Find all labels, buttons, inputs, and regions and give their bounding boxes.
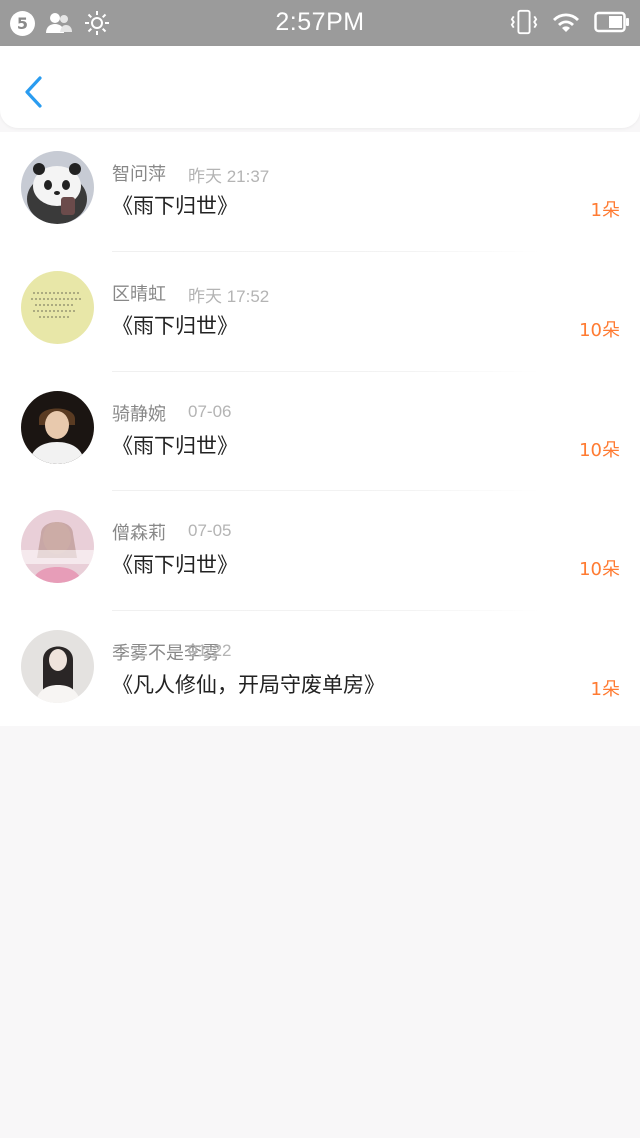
sent-time: 昨天 17:52 (188, 286, 270, 306)
flower-count: 10朵 (579, 319, 620, 341)
sent-time: 07-06 (188, 401, 232, 421)
sent-time: 07-05 (188, 521, 232, 541)
book-title: 《凡人修仙，开局守废单房》 (112, 673, 385, 698)
sender-name: 区晴虹 (112, 283, 166, 305)
vibrate-icon (510, 8, 538, 36)
list-item[interactable]: 僧森莉 07-05 《雨下归世》 10朵 (0, 491, 640, 612)
panda-avatar[interactable] (21, 151, 94, 224)
status-bar: 5 2:57PM (0, 0, 640, 46)
flower-count: 1朵 (590, 200, 620, 221)
book-title: 《雨下归世》 (112, 313, 238, 338)
flower-count: 10朵 (579, 559, 620, 581)
battery-icon (594, 8, 630, 36)
girl-pink-avatar[interactable] (21, 510, 94, 584)
book-title: 《雨下归世》 (112, 194, 238, 218)
back-button[interactable] (20, 74, 50, 110)
wifi-icon (552, 8, 580, 36)
sent-time: 昨天 21:37 (188, 167, 270, 186)
handwriting-avatar[interactable] (21, 270, 94, 344)
flower-count: 1朵 (590, 679, 620, 701)
flower-count: 10朵 (579, 439, 620, 461)
chevron-left-icon (25, 76, 42, 108)
list-item[interactable]: 区晴虹 昨天 17:52 《雨下归世》 10朵 (0, 252, 640, 372)
list-item[interactable]: 季雾不是李雾 01-22 《凡人修仙，开局守废单房》 1朵 (0, 611, 640, 731)
sender-name: 智问萍 (112, 164, 166, 185)
nav-bar (0, 46, 640, 128)
boy-avatar[interactable] (21, 390, 94, 464)
book-title: 《雨下归世》 (112, 553, 238, 578)
book-title: 《雨下归世》 (112, 433, 238, 458)
sender-name: 骑静婉 (112, 403, 166, 425)
sender-name: 僧森莉 (112, 523, 166, 545)
list-item[interactable]: 骑静婉 07-06 《雨下归世》 10朵 (0, 372, 640, 492)
list-item[interactable]: 智问萍 昨天 21:37 《雨下归世》 1朵 (0, 132, 640, 252)
gift-record-list: 智问萍 昨天 21:37 《雨下归世》 1朵 区晴虹 昨天 17:52 《雨下归… (0, 132, 640, 726)
sent-time: 01-22 (188, 641, 232, 661)
girl-mirror-avatar[interactable] (21, 630, 94, 704)
